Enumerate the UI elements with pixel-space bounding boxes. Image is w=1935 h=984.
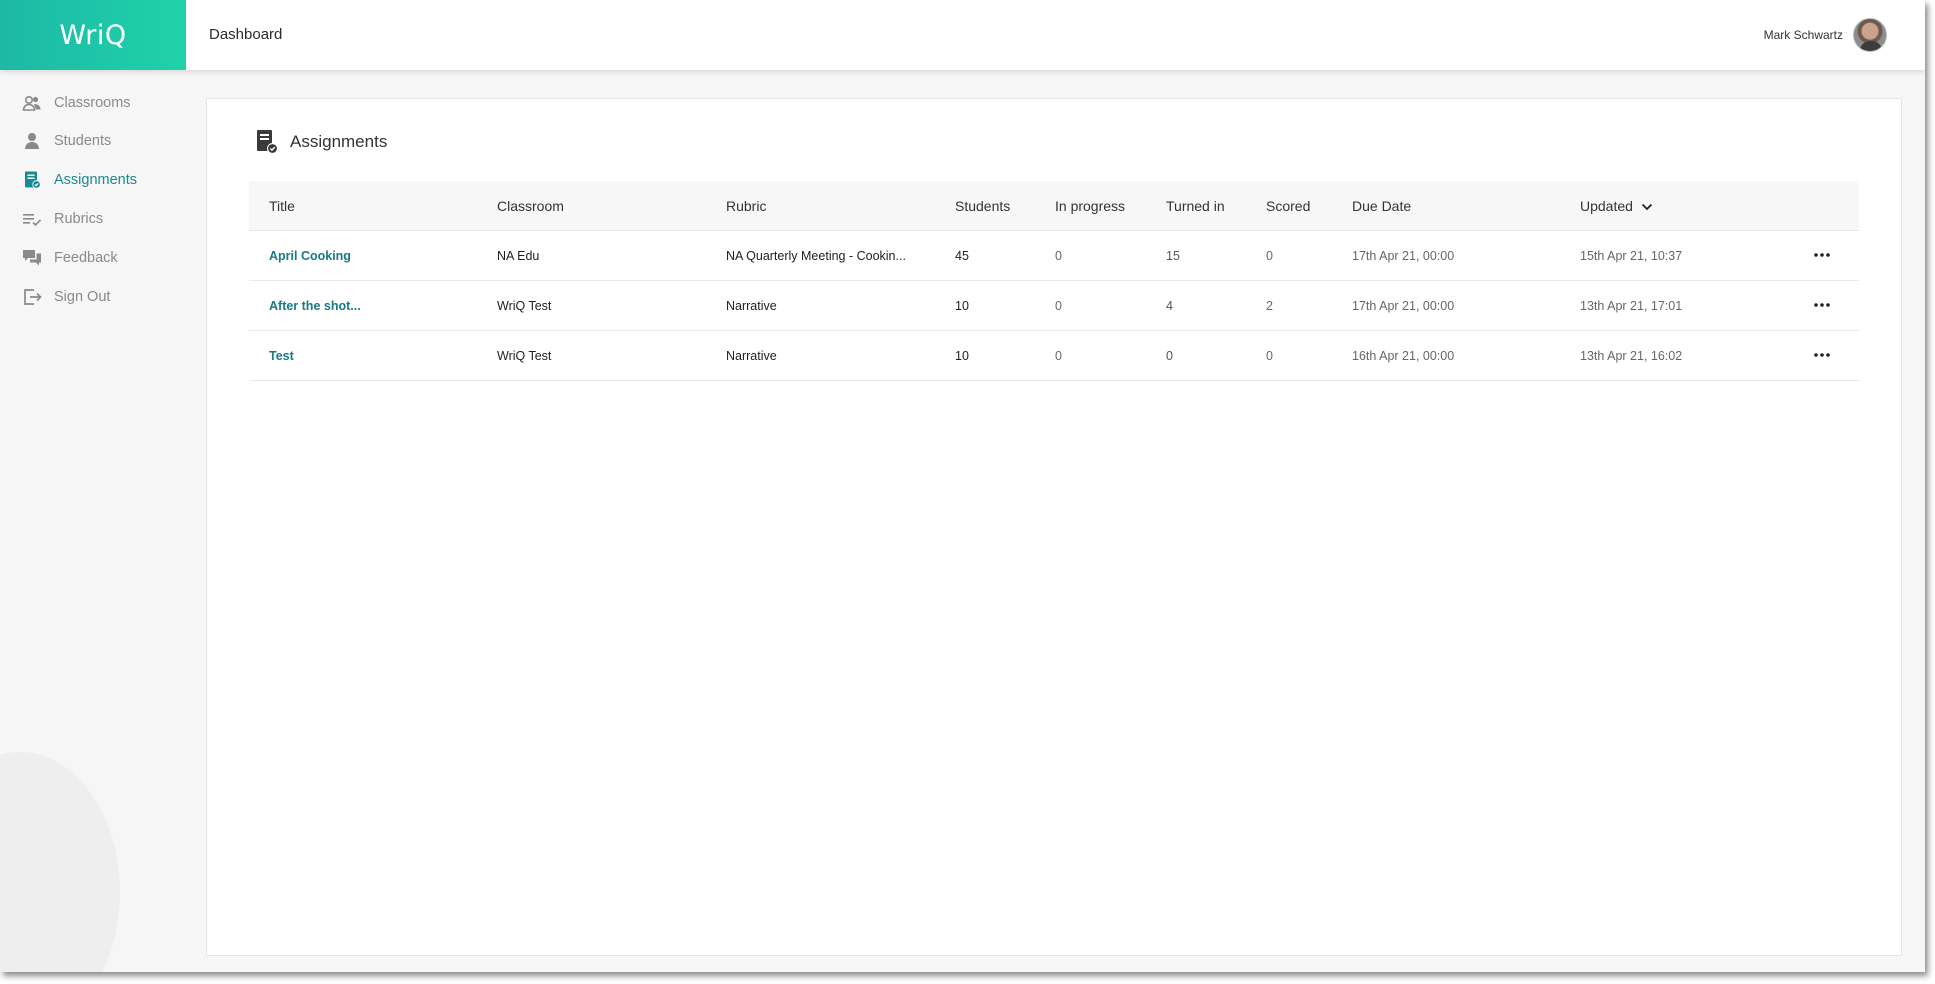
assignments-card: Assignments Title Classroom Rubric Stude…: [206, 98, 1902, 956]
cell-turned-in: 4: [1166, 299, 1173, 313]
sidebar-item-sign-out[interactable]: Sign Out: [22, 285, 110, 309]
column-header-classroom[interactable]: Classroom: [497, 198, 564, 214]
cell-turned-in: 15: [1166, 249, 1180, 263]
cell-due-date: 17th Apr 21, 00:00: [1352, 249, 1455, 263]
assignment-icon: [22, 170, 42, 190]
cell-students: 10: [955, 349, 969, 363]
student-icon: [22, 131, 42, 151]
cell-due-date: 16th Apr 21, 00:00: [1352, 349, 1455, 363]
more-options-button[interactable]: [1811, 245, 1833, 265]
sidebar-item-rubrics[interactable]: Rubrics: [22, 207, 103, 231]
sidebar-item-label: Rubrics: [54, 211, 104, 227]
sidebar-item-students[interactable]: Students: [22, 129, 111, 153]
user-name[interactable]: Mark Schwartz: [1764, 28, 1843, 42]
assignments-table: Title Classroom Rubric Students In progr…: [249, 181, 1859, 381]
sidebar-decoration: [0, 752, 120, 972]
sidebar-item-feedback[interactable]: Feedback: [22, 246, 118, 270]
more-horizontal-icon: [1814, 253, 1830, 257]
sidebar-item-label: Sign Out: [54, 289, 111, 305]
cell-students: 10: [955, 299, 969, 313]
cell-students: 45: [955, 249, 969, 263]
cell-in-progress: 0: [1055, 299, 1062, 313]
rubric-icon: [22, 209, 42, 229]
column-header-label: Updated: [1580, 198, 1633, 214]
column-header-due-date[interactable]: Due Date: [1352, 198, 1411, 214]
sidebar: Classrooms Students Assignments Rubrics: [0, 70, 186, 972]
classroom-icon: [22, 93, 42, 113]
sidebar-item-classrooms[interactable]: Classrooms: [22, 91, 131, 115]
cell-in-progress: 0: [1055, 349, 1062, 363]
cell-classroom: WriQ Test: [497, 299, 552, 313]
column-header-rubric[interactable]: Rubric: [726, 198, 766, 214]
cell-updated: 13th Apr 21, 16:02: [1580, 349, 1683, 363]
assignment-title-link[interactable]: April Cooking: [269, 249, 351, 263]
sidebar-item-label: Feedback: [54, 250, 118, 266]
cell-rubric: Narrative: [726, 349, 777, 363]
column-header-students[interactable]: Students: [955, 198, 1010, 214]
cell-classroom: WriQ Test: [497, 349, 552, 363]
page-title: Dashboard: [209, 26, 283, 43]
column-header-in-progress[interactable]: In progress: [1055, 198, 1125, 214]
wriq-logo[interactable]: WriQ: [0, 0, 186, 70]
chevron-down-icon: [1641, 204, 1652, 211]
cell-updated: 13th Apr 21, 17:01: [1580, 299, 1683, 313]
table-row[interactable]: After the shot... WriQ Test Narrative 10…: [249, 281, 1859, 331]
column-header-title[interactable]: Title: [269, 198, 295, 214]
column-header-turned-in[interactable]: Turned in: [1166, 198, 1225, 214]
more-horizontal-icon: [1814, 303, 1830, 307]
cell-rubric: NA Quarterly Meeting - Cookin...: [726, 249, 906, 263]
card-header: Assignments: [255, 129, 387, 155]
cell-classroom: NA Edu: [497, 249, 540, 263]
assignment-icon: [257, 130, 278, 154]
sidebar-item-label: Students: [54, 133, 112, 149]
column-header-updated[interactable]: Updated: [1580, 198, 1653, 214]
cell-scored: 0: [1266, 349, 1273, 363]
table-row[interactable]: Test WriQ Test Narrative 10 0 0 0 16th A…: [249, 331, 1859, 381]
avatar[interactable]: [1853, 18, 1887, 52]
cell-rubric: Narrative: [726, 299, 777, 313]
logo-text: WriQ: [59, 19, 127, 51]
assignment-title-link[interactable]: After the shot...: [269, 299, 361, 313]
sidebar-item-label: Assignments: [54, 172, 138, 188]
top-header: WriQ Dashboard Mark Schwartz: [0, 0, 1925, 70]
cell-updated: 15th Apr 21, 10:37: [1580, 249, 1683, 263]
table-header: Title Classroom Rubric Students In progr…: [249, 181, 1859, 231]
more-options-button[interactable]: [1811, 345, 1833, 365]
sign-out-icon: [22, 287, 42, 307]
assignment-title-link[interactable]: Test: [269, 349, 294, 363]
card-title: Assignments: [290, 132, 388, 151]
table-row[interactable]: April Cooking NA Edu NA Quarterly Meetin…: [249, 231, 1859, 281]
column-header-scored[interactable]: Scored: [1266, 198, 1310, 214]
cell-scored: 2: [1266, 299, 1273, 313]
more-horizontal-icon: [1814, 353, 1830, 357]
cell-turned-in: 0: [1166, 349, 1173, 363]
sidebar-item-label: Classrooms: [54, 95, 131, 111]
cell-in-progress: 0: [1055, 249, 1062, 263]
cell-due-date: 17th Apr 21, 00:00: [1352, 299, 1455, 313]
sidebar-item-assignments[interactable]: Assignments: [22, 168, 137, 192]
more-options-button[interactable]: [1811, 295, 1833, 315]
app-window: WriQ Dashboard Mark Schwartz Classrooms …: [0, 0, 1925, 972]
cell-scored: 0: [1266, 249, 1273, 263]
feedback-icon: [22, 248, 42, 268]
